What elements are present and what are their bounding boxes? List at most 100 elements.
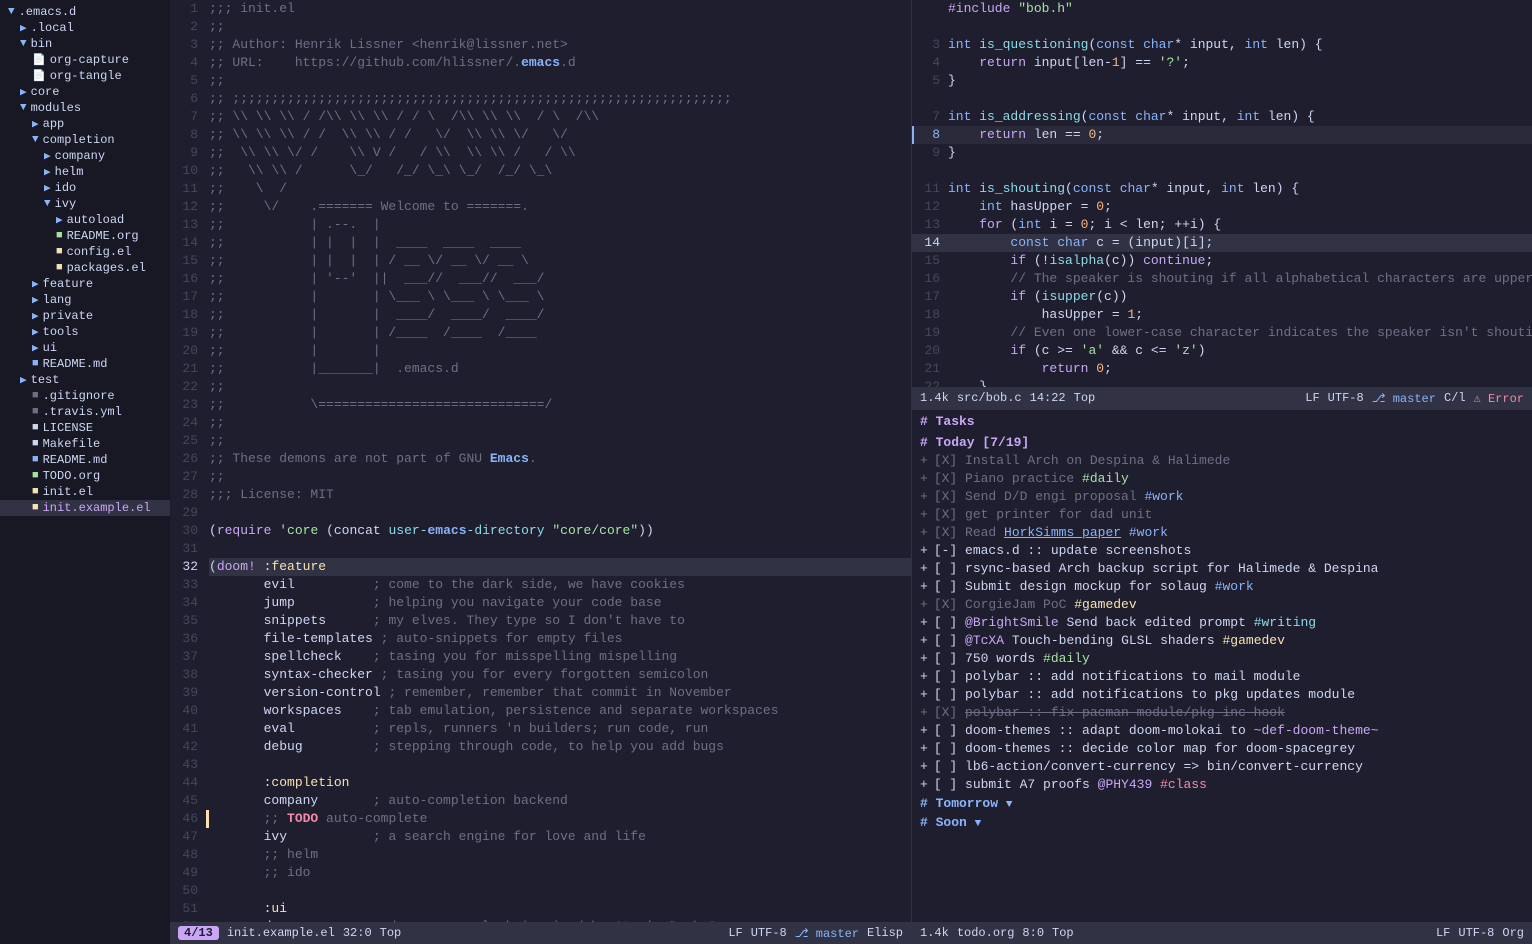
sidebar-item-completion[interactable]: ▼ completion — [0, 132, 170, 148]
sidebar-item-private[interactable]: ▶ private — [0, 308, 170, 324]
sidebar-item-app[interactable]: ▶ app — [0, 116, 170, 132]
sidebar-item-test[interactable]: ▶ test — [0, 372, 170, 388]
folder-closed-icon: ▶ — [20, 21, 27, 35]
sidebar-item-makefile[interactable]: ■ Makefile — [0, 436, 170, 452]
sidebar-label: LICENSE — [43, 421, 93, 435]
sidebar-item-readme-md[interactable]: ■ README.md — [0, 452, 170, 468]
sidebar-item-todo-org[interactable]: ■ TODO.org — [0, 468, 170, 484]
error-indicator: ⚠ Error — [1474, 391, 1524, 406]
file-icon: ■ — [32, 422, 39, 434]
c-line-21: 21 return 0; — [912, 360, 1532, 378]
sidebar-item-org-capture[interactable]: 📄 org-capture — [0, 52, 170, 68]
tasks-soon-heading[interactable]: # Soon ▼ — [912, 813, 1532, 832]
c-line-2 — [912, 18, 1532, 36]
sidebar-item-readme-org[interactable]: ■ README.org — [0, 228, 170, 244]
sidebar-item-init-el[interactable]: ■ init.el — [0, 484, 170, 500]
sidebar-item-lang[interactable]: ▶ lang — [0, 292, 170, 308]
code-line-38: 38 syntax-checker ; tasing you for every… — [170, 666, 911, 684]
code-line-7: 7 ;; \\ \\ \\ / /\\ \\ \\ / / \ /\\ \\ \… — [170, 108, 911, 126]
task-item-12: + [ ] 750 words #daily — [912, 650, 1532, 668]
code-line-1: 1 ;;; init.el — [170, 0, 911, 18]
sidebar-item-readme-md-modules[interactable]: ■ README.md — [0, 356, 170, 372]
code-line-16: 16 ;; | '--' || ___// ___// ___/ — [170, 270, 911, 288]
task-item-18: + [ ] lb6-action/convert-currency => bin… — [912, 758, 1532, 776]
right-split-container: #include "bob.h" 3 int is_questioning(co… — [912, 0, 1532, 944]
code-line-52: 52 doom ; doom-one; a look inspired by A… — [170, 918, 911, 922]
sidebar-item-org-tangle[interactable]: 📄 org-tangle — [0, 68, 170, 84]
sidebar-item-ido[interactable]: ▶ ido — [0, 180, 170, 196]
sidebar-item-company[interactable]: ▶ company — [0, 148, 170, 164]
code-line-10: 10 ;; \\ \\ / \_/ /_/ \_\ \_/ /_/ \_\ — [170, 162, 911, 180]
sidebar-item-packages-el[interactable]: ■ packages.el — [0, 260, 170, 276]
code-line-34: 34 jump ; helping you navigate your code… — [170, 594, 911, 612]
scroll-position: Top — [380, 926, 402, 940]
sidebar-item-emacs-d[interactable]: ▼ .emacs.d — [0, 4, 170, 20]
right-top-pane: #include "bob.h" 3 int is_questioning(co… — [912, 0, 1532, 410]
sidebar-item-local[interactable]: ▶ .local — [0, 20, 170, 36]
sidebar-item-travis[interactable]: ■ .travis.yml — [0, 404, 170, 420]
code-line-14: 14 ;; | | | | ____ ____ ____ — [170, 234, 911, 252]
tasks-filename: todo.org — [957, 926, 1015, 940]
sidebar-item-autoload[interactable]: ▶ autoload — [0, 212, 170, 228]
tasks-filesize: 1.4k — [920, 926, 949, 940]
md-file-icon: ■ — [32, 454, 39, 466]
right-editor-pane: #include "bob.h" 3 int is_questioning(co… — [912, 0, 1532, 944]
right-top-code-area[interactable]: #include "bob.h" 3 int is_questioning(co… — [912, 0, 1532, 387]
folder-closed-icon: ▶ — [20, 85, 27, 99]
sidebar-item-gitignore[interactable]: ■ .gitignore — [0, 388, 170, 404]
task-item-15: + [X] polybar :: fix pacman module/pkg i… — [912, 704, 1532, 722]
sidebar-item-bin[interactable]: ▼ bin — [0, 36, 170, 52]
tasks-tomorrow-heading[interactable]: # Tomorrow ▼ — [912, 794, 1532, 813]
task-item-5: + [X] Read HorkSimms paper #work — [912, 524, 1532, 542]
file-tree-sidebar: ▼ .emacs.d ▶ .local ▼ bin 📄 org-capture … — [0, 0, 170, 944]
sidebar-item-feature[interactable]: ▶ feature — [0, 276, 170, 292]
sidebar-item-core[interactable]: ▶ core — [0, 84, 170, 100]
c-line-10 — [912, 162, 1532, 180]
sidebar-label: .local — [31, 21, 74, 35]
folder-open-icon: ▼ — [8, 6, 15, 18]
file-icon: 📄 — [32, 69, 46, 83]
sidebar-label: bin — [31, 37, 53, 51]
tasks-panel[interactable]: # Tasks # Today [7/19] + [X] Install Arc… — [912, 410, 1532, 922]
c-line-17: 17 if (isupper(c)) — [912, 288, 1532, 306]
sidebar-item-license[interactable]: ■ LICENSE — [0, 420, 170, 436]
line-ending: LF — [728, 926, 742, 940]
code-line-18: 18 ;; | | ____/ ____/ ____/ — [170, 306, 911, 324]
left-editor-content[interactable]: 1 ;;; init.el 2 ;; 3 ;; Author: Henrik L… — [170, 0, 911, 922]
sidebar-label: ui — [43, 341, 57, 355]
task-item-8: + [ ] Submit design mockup for solaug #w… — [912, 578, 1532, 596]
sidebar-item-ivy[interactable]: ▼ ivy — [0, 196, 170, 212]
code-line-50: 50 — [170, 882, 911, 900]
c-line-22: 22 } — [912, 378, 1532, 387]
left-code-area[interactable]: 1 ;;; init.el 2 ;; 3 ;; Author: Henrik L… — [170, 0, 911, 922]
sidebar-label: .travis.yml — [43, 405, 122, 419]
sidebar-label: company — [55, 149, 105, 163]
org-file-icon: ■ — [32, 470, 39, 482]
task-item-2: + [X] Piano practice #daily — [912, 470, 1532, 488]
sidebar-item-modules[interactable]: ▼ modules — [0, 100, 170, 116]
sidebar-label: org-tangle — [50, 69, 122, 83]
c-line-5: 5 } — [912, 72, 1532, 90]
sidebar-label: TODO.org — [43, 469, 101, 483]
editor-area: 1 ;;; init.el 2 ;; 3 ;; Author: Henrik L… — [170, 0, 1532, 944]
code-line-51: 51 :ui — [170, 900, 911, 918]
sidebar-item-init-example-el[interactable]: ■ init.example.el — [0, 500, 170, 516]
code-line-35: 35 snippets ; my elves. They type so I d… — [170, 612, 911, 630]
sidebar-item-config-el[interactable]: ■ config.el — [0, 244, 170, 260]
filename-c: src/bob.c — [957, 391, 1022, 405]
encoding-c: UTF-8 — [1328, 391, 1364, 405]
sidebar-label: lang — [43, 293, 72, 307]
right-bottom-pane: # Tasks # Today [7/19] + [X] Install Arc… — [912, 410, 1532, 944]
sidebar-item-helm[interactable]: ▶ helm — [0, 164, 170, 180]
code-line-9: 9 ;; \\ \\ \/ / \\ V / / \\ \\ \\ / / \\ — [170, 144, 911, 162]
c-line-8: 8 return len == 0; — [912, 126, 1532, 144]
sidebar-label: .emacs.d — [19, 5, 77, 19]
folder-closed-icon: ▶ — [32, 117, 39, 131]
sidebar-item-tools[interactable]: ▶ tools — [0, 324, 170, 340]
c-line-3: 3 int is_questioning(const char* input, … — [912, 36, 1532, 54]
code-line-22: 22 ;; — [170, 378, 911, 396]
folder-open-icon: ▼ — [32, 134, 39, 146]
code-line-23: 23 ;; \=============================/ — [170, 396, 911, 414]
tasks-cursor: 8:0 — [1022, 926, 1044, 940]
sidebar-item-ui[interactable]: ▶ ui — [0, 340, 170, 356]
